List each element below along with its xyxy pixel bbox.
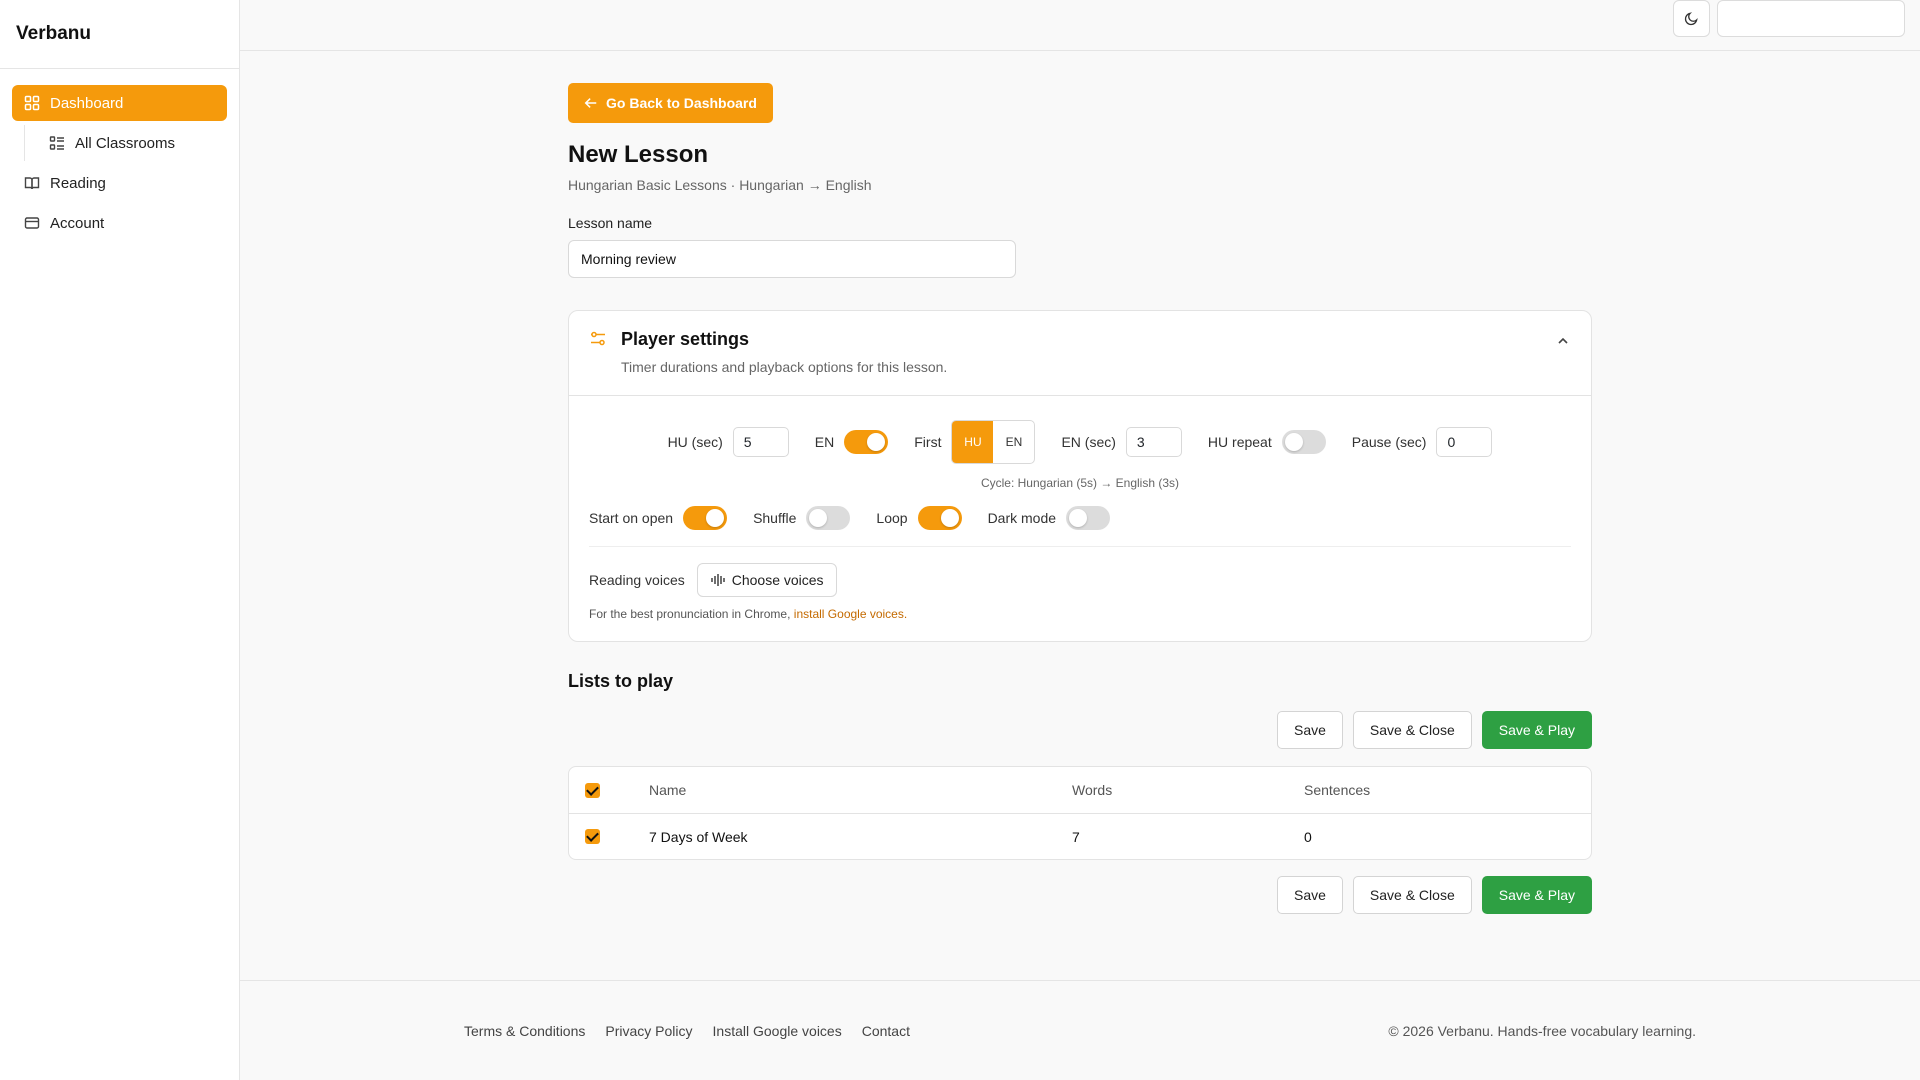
sidebar-subnav: All Classrooms bbox=[24, 125, 227, 161]
go-back-label: Go Back to Dashboard bbox=[606, 95, 757, 111]
sidebar-item-account[interactable]: Account bbox=[12, 205, 227, 241]
first-language-segmented: HU EN bbox=[951, 420, 1036, 464]
table-header-row: Name Words Sentences bbox=[569, 767, 1591, 813]
footer: Terms & Conditions Privacy Policy Instal… bbox=[240, 980, 1920, 1080]
row-sentences: 0 bbox=[1304, 828, 1312, 845]
arrow-left-icon bbox=[584, 98, 597, 108]
save-close-button[interactable]: Save & Close bbox=[1352, 711, 1472, 749]
footer-link-terms[interactable]: Terms & Conditions bbox=[464, 1023, 585, 1039]
select-all-checkbox[interactable] bbox=[585, 782, 600, 798]
main-content: Go Back to Dashboard New Lesson Hungaria… bbox=[568, 83, 1592, 914]
dark-mode-label: Dark mode bbox=[987, 510, 1057, 526]
shuffle-label: Shuffle bbox=[753, 510, 797, 526]
install-google-voices-link[interactable]: install Google voices. bbox=[794, 607, 907, 621]
player-settings-description: Timer durations and playback options for… bbox=[621, 359, 948, 375]
sidebar-item-label: Account bbox=[50, 214, 105, 232]
en-toggle[interactable] bbox=[844, 430, 889, 454]
account-menu-button[interactable] bbox=[1717, 0, 1905, 37]
top-actions: Save Save & Close Save & Play bbox=[568, 711, 1592, 749]
row-checkbox[interactable] bbox=[585, 829, 600, 844]
row-name: 7 Days of Week bbox=[649, 828, 748, 845]
topbar bbox=[240, 0, 1920, 51]
voices-hint-text: For the best pronunciation in Chrome, bbox=[589, 607, 791, 621]
table-row[interactable]: 7 Days of Week 7 0 bbox=[569, 813, 1591, 859]
lesson-name-label: Lesson name bbox=[568, 215, 653, 231]
footer-link-contact[interactable]: Contact bbox=[862, 1023, 910, 1039]
card-icon bbox=[24, 217, 40, 229]
hu-repeat-toggle[interactable] bbox=[1281, 430, 1326, 454]
sidebar-item-dashboard[interactable]: Dashboard bbox=[12, 85, 227, 121]
start-on-open-toggle[interactable] bbox=[683, 506, 728, 530]
sliders-icon bbox=[591, 331, 605, 346]
save-play-button[interactable]: Save & Play bbox=[1481, 711, 1592, 749]
hu-sec-label: HU (sec) bbox=[667, 434, 723, 450]
loop-toggle[interactable] bbox=[917, 506, 962, 530]
theme-toggle-button[interactable] bbox=[1673, 0, 1710, 37]
chevron-up-icon[interactable] bbox=[1555, 333, 1571, 349]
save-play-button[interactable]: Save & Play bbox=[1481, 876, 1592, 914]
footer-links: Terms & Conditions Privacy Policy Instal… bbox=[464, 1023, 910, 1039]
footer-copyright: © 2026 Verbanu. Hands-free vocabulary le… bbox=[1388, 1023, 1696, 1039]
save-button[interactable]: Save bbox=[1276, 876, 1343, 914]
en-label: EN bbox=[814, 434, 835, 450]
go-back-button[interactable]: Go Back to Dashboard bbox=[568, 83, 773, 123]
column-header-words[interactable]: Words bbox=[1072, 782, 1304, 798]
sidebar-item-label: All Classrooms bbox=[75, 134, 176, 152]
sidebar-item-label: Reading bbox=[50, 174, 106, 192]
save-close-button[interactable]: Save & Close bbox=[1352, 876, 1472, 914]
save-button[interactable]: Save bbox=[1276, 711, 1343, 749]
sidebar: Verbanu Dashboard All Classrooms Reading… bbox=[0, 0, 240, 1080]
cycle-summary: Cycle: Hungarian (5s) → English (3s) bbox=[980, 476, 1180, 490]
bottom-actions: Save Save & Close Save & Play bbox=[568, 876, 1592, 914]
column-header-sentences[interactable]: Sentences bbox=[1304, 782, 1575, 798]
lists-title: Lists to play bbox=[568, 671, 674, 691]
book-icon bbox=[24, 177, 40, 190]
footer-link-privacy[interactable]: Privacy Policy bbox=[605, 1023, 692, 1039]
lists-table: Name Words Sentences 7 Days of Week 7 0 bbox=[568, 766, 1592, 860]
voices-row: Reading voices Choose voices bbox=[589, 563, 1571, 597]
pause-input[interactable]: 0 bbox=[1436, 427, 1493, 457]
row-words: 7 bbox=[1072, 828, 1080, 845]
first-label: First bbox=[914, 434, 942, 450]
hu-sec-input[interactable]: 5 bbox=[732, 427, 789, 457]
hu-repeat-label: HU repeat bbox=[1207, 434, 1272, 450]
start-on-open-label: Start on open bbox=[589, 510, 674, 526]
shuffle-toggle[interactable] bbox=[806, 506, 851, 530]
sidebar-item-reading[interactable]: Reading bbox=[12, 165, 227, 201]
timer-row: HU (sec) 5 EN First HU EN EN (sec) 3 HU … bbox=[589, 420, 1571, 464]
sidebar-nav: Dashboard All Classrooms Reading Account bbox=[0, 69, 239, 261]
grid-icon bbox=[24, 95, 40, 111]
en-sec-input[interactable]: 3 bbox=[1125, 427, 1182, 457]
sidebar-item-all-classrooms[interactable]: All Classrooms bbox=[37, 125, 227, 161]
choose-voices-label: Choose voices bbox=[731, 572, 824, 588]
en-sec-label: EN (sec) bbox=[1061, 434, 1116, 450]
column-header-name[interactable]: Name bbox=[649, 782, 1072, 798]
moon-icon bbox=[1684, 12, 1698, 26]
list-icon bbox=[49, 136, 64, 150]
page-title: New Lesson bbox=[568, 141, 709, 168]
footer-link-install-voices[interactable]: Install Google voices bbox=[713, 1023, 842, 1039]
choose-voices-button[interactable]: Choose voices bbox=[696, 563, 837, 597]
player-settings-header[interactable]: Player settings Timer durations and play… bbox=[569, 311, 1591, 396]
page-subtitle: Hungarian Basic Lessons · Hungarian → En… bbox=[568, 177, 872, 193]
player-settings-title: Player settings bbox=[621, 329, 750, 349]
dark-mode-toggle[interactable] bbox=[1066, 506, 1111, 530]
first-option-en[interactable]: EN bbox=[993, 421, 1034, 463]
audio-wave-icon bbox=[711, 574, 725, 586]
playback-options-row: Start on open Shuffle Loop Dark mode bbox=[589, 504, 1571, 532]
player-settings-card: Player settings Timer durations and play… bbox=[568, 310, 1592, 642]
reading-voices-label: Reading voices bbox=[589, 572, 685, 588]
pause-label: Pause (sec) bbox=[1351, 434, 1427, 450]
first-option-hu[interactable]: HU bbox=[952, 421, 994, 463]
lesson-name-input[interactable] bbox=[568, 240, 1016, 278]
sidebar-item-label: Dashboard bbox=[50, 94, 124, 112]
voices-hint: For the best pronunciation in Chrome, in… bbox=[589, 607, 1571, 621]
player-settings-body: HU (sec) 5 EN First HU EN EN (sec) 3 HU … bbox=[569, 396, 1591, 641]
brand-logo[interactable]: Verbanu bbox=[0, 0, 239, 69]
divider bbox=[589, 546, 1571, 547]
loop-label: Loop bbox=[876, 510, 908, 526]
